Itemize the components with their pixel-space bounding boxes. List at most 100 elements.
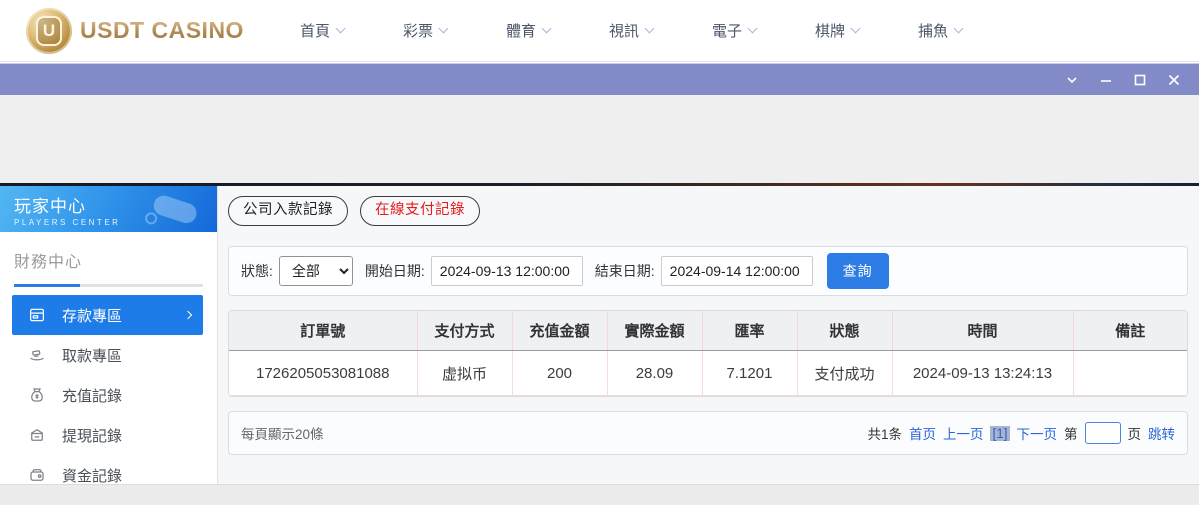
funds-record-icon bbox=[28, 466, 46, 484]
recharge-record-icon bbox=[28, 386, 46, 404]
current-page-indicator: [1] bbox=[990, 425, 1010, 441]
nav-item-slots[interactable]: 電子 bbox=[712, 20, 815, 41]
col-status: 狀態 bbox=[797, 310, 893, 351]
chevron-down-icon bbox=[953, 23, 964, 34]
players-center-header: 玩家中心 PLAYERS CENTER bbox=[0, 186, 217, 232]
window-chevron-down-icon[interactable] bbox=[1055, 64, 1089, 96]
chevron-down-icon bbox=[438, 23, 449, 34]
bottom-strip bbox=[0, 484, 1199, 505]
nav-label: 捕魚 bbox=[917, 23, 948, 40]
cell-payment-method: 虚拟币 bbox=[417, 350, 513, 396]
col-exchange-rate: 匯率 bbox=[702, 310, 798, 351]
records-table: 訂單號 支付方式 充值金額 實際金額 匯率 狀態 時間 備註 172620505 bbox=[229, 310, 1187, 396]
sidebar-item-label: 充值記錄 bbox=[62, 387, 123, 405]
nav-item-lottery[interactable]: 彩票 bbox=[403, 20, 506, 41]
chevron-right-icon bbox=[183, 310, 193, 320]
sidebar-item-label: 取款專區 bbox=[62, 347, 123, 365]
pagination-controls: 共1条 首页 上一页 [1] 下一页 第 页 跳转 bbox=[867, 422, 1175, 444]
col-order-number: 訂單號 bbox=[229, 310, 418, 351]
tab-company-deposit-record[interactable]: 公司入款記錄 bbox=[228, 196, 348, 226]
nav-item-fishing[interactable]: 捕魚 bbox=[918, 20, 1021, 41]
search-button[interactable]: 查詢 bbox=[826, 252, 889, 289]
jump-button[interactable]: 跳转 bbox=[1148, 423, 1175, 443]
cell-actual-amount: 28.09 bbox=[607, 350, 703, 396]
window-maximize-icon[interactable] bbox=[1123, 64, 1157, 96]
sidebar-item-label: 提現記錄 bbox=[62, 427, 123, 445]
start-date-input[interactable] bbox=[430, 255, 583, 286]
chevron-down-icon bbox=[541, 23, 552, 34]
start-date-label: 開始日期: bbox=[364, 262, 425, 279]
tab-online-payment-record[interactable]: 在線支付記錄 bbox=[360, 196, 480, 226]
status-label: 狀態: bbox=[241, 262, 273, 279]
nav-label: 首頁 bbox=[299, 23, 330, 40]
gamepad-icon bbox=[145, 195, 197, 225]
sidebar: 玩家中心 PLAYERS CENTER 財務中心 存款專區 取款專區 充值記錄 … bbox=[0, 186, 218, 485]
chevron-down-icon bbox=[335, 23, 346, 34]
jump-prefix-text: 第 bbox=[1064, 427, 1078, 442]
site-header: U USDT CASINO 首頁 彩票 體育 視訊 電子 棋牌 捕魚 bbox=[0, 0, 1199, 62]
sidebar-item-recharge-record[interactable]: 充值記錄 bbox=[12, 375, 203, 415]
table-header-row: 訂單號 支付方式 充值金額 實際金額 匯率 狀態 時間 備註 bbox=[229, 310, 1187, 351]
end-date-input[interactable] bbox=[660, 255, 813, 286]
sidebar-item-label: 資金記錄 bbox=[62, 467, 123, 485]
nav-item-live[interactable]: 視訊 bbox=[609, 20, 712, 41]
window-titlebar bbox=[0, 63, 1199, 95]
nav-item-sports[interactable]: 體育 bbox=[506, 20, 609, 41]
end-date-label: 結束日期: bbox=[594, 262, 655, 279]
cell-remark bbox=[1073, 350, 1187, 396]
status-select[interactable]: 全部 bbox=[278, 255, 353, 286]
nav-label: 電子 bbox=[711, 23, 742, 40]
sidebar-item-label: 存款專區 bbox=[62, 307, 123, 325]
col-recharge-amount: 充值金額 bbox=[512, 310, 608, 351]
sidebar-item-withdraw[interactable]: 取款專區 bbox=[12, 335, 203, 375]
withdraw-icon bbox=[28, 346, 46, 364]
first-page-link[interactable]: 首页 bbox=[909, 423, 936, 443]
sidebar-item-withdrawal-record[interactable]: 提現記錄 bbox=[12, 415, 203, 455]
chevron-down-icon bbox=[644, 23, 655, 34]
total-count-text: 共1条 bbox=[867, 427, 902, 442]
nav-label: 棋牌 bbox=[814, 23, 845, 40]
cell-recharge-amount: 200 bbox=[512, 350, 608, 396]
records-table-container: 訂單號 支付方式 充值金額 實際金額 匯率 狀態 時間 備註 172620505 bbox=[228, 309, 1188, 397]
page-size-text: 每頁顯示20條 bbox=[241, 427, 324, 442]
withdrawal-record-icon bbox=[28, 426, 46, 444]
deposit-icon bbox=[28, 306, 46, 324]
finance-section: 財務中心 bbox=[0, 232, 217, 287]
sidebar-item-deposit[interactable]: 存款專區 bbox=[12, 295, 203, 335]
col-time: 時間 bbox=[892, 310, 1074, 351]
window-close-icon[interactable] bbox=[1157, 64, 1191, 96]
background-band bbox=[0, 95, 1199, 183]
content-area: 公司入款記錄 在線支付記錄 狀態: 全部 開始日期: 結束日期: 查詢 bbox=[218, 186, 1199, 484]
sidebar-menu: 存款專區 取款專區 充值記錄 提現記錄 資金記錄 bbox=[0, 295, 217, 495]
cell-exchange-rate: 7.1201 bbox=[702, 350, 798, 396]
app-window: U USDT CASINO 首頁 彩票 體育 視訊 電子 棋牌 捕魚 玩家中心 … bbox=[0, 0, 1199, 505]
col-payment-method: 支付方式 bbox=[417, 310, 513, 351]
nav-item-home[interactable]: 首頁 bbox=[300, 20, 403, 41]
logo-coin-icon: U bbox=[26, 7, 72, 54]
next-page-link[interactable]: 下一页 bbox=[1017, 423, 1058, 443]
finance-section-label: 財務中心 bbox=[14, 254, 83, 271]
jump-suffix-text: 页 bbox=[1127, 427, 1142, 442]
main-nav: 首頁 彩票 體育 視訊 電子 棋牌 捕魚 bbox=[300, 20, 1021, 41]
filter-bar: 狀態: 全部 開始日期: 結束日期: 查詢 bbox=[228, 245, 1188, 296]
nav-label: 視訊 bbox=[608, 23, 639, 40]
page-jump-input[interactable] bbox=[1084, 422, 1121, 444]
nav-item-cards[interactable]: 棋牌 bbox=[815, 20, 918, 41]
chevron-down-icon bbox=[747, 23, 758, 34]
chevron-down-icon bbox=[850, 23, 861, 34]
main-panel: 玩家中心 PLAYERS CENTER 財務中心 存款專區 取款專區 充值記錄 … bbox=[0, 186, 1199, 485]
cell-time: 2024-09-13 13:24:13 bbox=[892, 350, 1074, 396]
record-tabs: 公司入款記錄 在線支付記錄 bbox=[228, 196, 1188, 226]
cell-status: 支付成功 bbox=[797, 350, 893, 396]
cell-order-number: 1726205053081088 bbox=[229, 350, 418, 396]
logo-wordmark: USDT CASINO bbox=[80, 17, 244, 43]
logo-monogram: U bbox=[36, 15, 62, 46]
prev-page-link[interactable]: 上一页 bbox=[943, 423, 984, 443]
col-actual-amount: 實際金額 bbox=[607, 310, 703, 351]
pagination-bar: 每頁顯示20條 共1条 首页 上一页 [1] 下一页 第 页 跳转 bbox=[228, 411, 1188, 455]
window-minimize-icon[interactable] bbox=[1089, 64, 1123, 96]
nav-label: 彩票 bbox=[402, 23, 433, 40]
nav-label: 體育 bbox=[505, 23, 536, 40]
col-remark: 備註 bbox=[1073, 310, 1187, 351]
site-logo[interactable]: U USDT CASINO bbox=[26, 7, 244, 54]
